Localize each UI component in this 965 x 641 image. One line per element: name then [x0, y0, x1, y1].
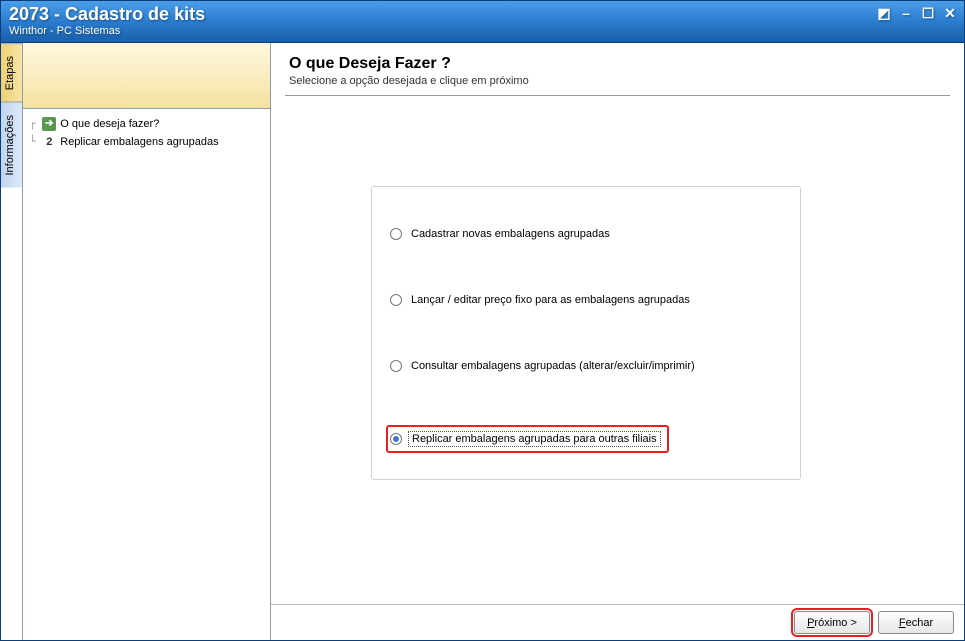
radio-icon — [390, 294, 402, 306]
close-icon[interactable]: ✕ — [942, 5, 958, 22]
radio-icon — [390, 433, 402, 445]
content-area: Etapas Informações ┌ ➔ O que deseja faze… — [1, 43, 964, 640]
radio-consultar[interactable]: Consultar embalagens agrupadas (alterar/… — [390, 359, 782, 373]
main-body: Cadastrar novas embalagens agrupadas Lan… — [271, 96, 964, 604]
main-header: O que Deseja Fazer ? Selecione a opção d… — [271, 43, 964, 93]
side-tabs: Etapas Informações — [1, 43, 23, 640]
radio-label: Consultar embalagens agrupadas (alterar/… — [408, 359, 698, 373]
window-title: 2073 - Cadastro de kits — [9, 4, 956, 24]
radio-label: Cadastrar novas embalagens agrupadas — [408, 227, 613, 241]
sidebar: Etapas Informações ┌ ➔ O que deseja faze… — [1, 43, 271, 640]
steps-tree: ┌ ➔ O que deseja fazer? └ 2 Replicar emb… — [23, 109, 270, 157]
tree-step-number: 2 — [42, 134, 56, 150]
arrow-right-icon: ➔ — [42, 117, 56, 131]
tab-informacoes[interactable]: Informações — [1, 102, 22, 188]
footer: Próximo > Fechar — [271, 604, 964, 640]
window-controls: ◩ – ☐ ✕ — [876, 5, 958, 22]
tree-item-2[interactable]: └ 2 Replicar embalagens agrupadas — [27, 133, 266, 151]
side-panel: ┌ ➔ O que deseja fazer? └ 2 Replicar emb… — [23, 43, 270, 640]
minimize-icon[interactable]: – — [898, 5, 914, 22]
tree-connector: ┌ — [29, 116, 42, 132]
page-title: O que Deseja Fazer ? — [289, 55, 946, 73]
options-panel: Cadastrar novas embalagens agrupadas Lan… — [371, 186, 801, 480]
radio-label: Lançar / editar preço fixo para as embal… — [408, 293, 693, 307]
radio-icon — [390, 228, 402, 240]
edit-icon[interactable]: ◩ — [876, 5, 892, 22]
radio-lancar-editar[interactable]: Lançar / editar preço fixo para as embal… — [390, 293, 782, 307]
tab-etapas[interactable]: Etapas — [1, 43, 22, 102]
next-button[interactable]: Próximo > — [794, 611, 870, 634]
close-button[interactable]: Fechar — [878, 611, 954, 634]
page-subtitle: Selecione a opção desejada e clique em p… — [289, 73, 946, 87]
tree-item-label: O que deseja fazer? — [60, 116, 159, 132]
highlight-box: Replicar embalagens agrupadas para outra… — [386, 425, 669, 453]
main-panel: O que Deseja Fazer ? Selecione a opção d… — [271, 43, 964, 640]
radio-label: Replicar embalagens agrupadas para outra… — [408, 431, 661, 447]
radio-replicar[interactable]: Replicar embalagens agrupadas para outra… — [390, 425, 782, 453]
tree-connector: └ — [29, 134, 42, 150]
titlebar: 2073 - Cadastro de kits Winthor - PC Sis… — [1, 1, 964, 43]
maximize-icon[interactable]: ☐ — [920, 5, 936, 22]
side-panel-header — [23, 43, 270, 109]
tree-item-label: Replicar embalagens agrupadas — [60, 134, 218, 150]
radio-icon — [390, 360, 402, 372]
radio-cadastrar[interactable]: Cadastrar novas embalagens agrupadas — [390, 227, 782, 241]
tree-item-1[interactable]: ┌ ➔ O que deseja fazer? — [27, 115, 266, 133]
window-subtitle: Winthor - PC Sistemas — [9, 24, 956, 38]
